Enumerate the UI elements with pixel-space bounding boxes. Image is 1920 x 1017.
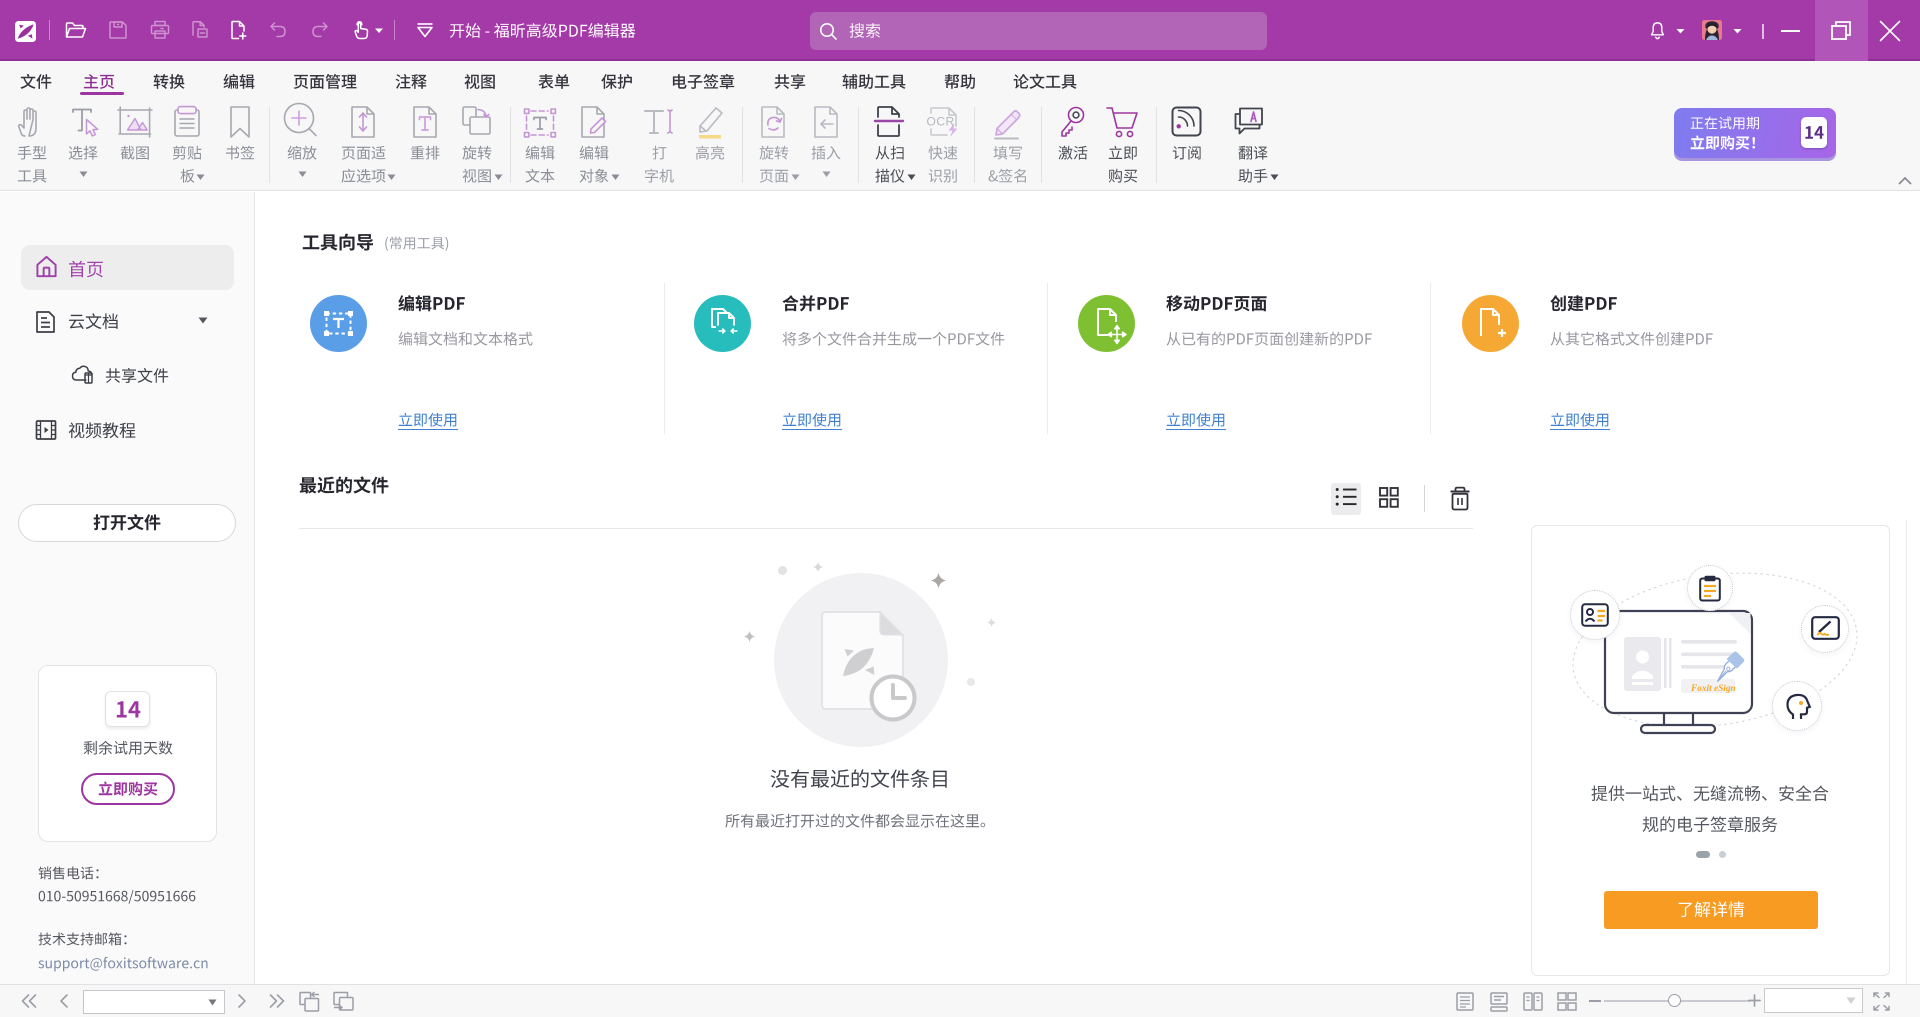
svg-text:Foxit eSign: Foxit eSign: [1690, 684, 1736, 694]
svg-text:OCR: OCR: [927, 115, 955, 129]
